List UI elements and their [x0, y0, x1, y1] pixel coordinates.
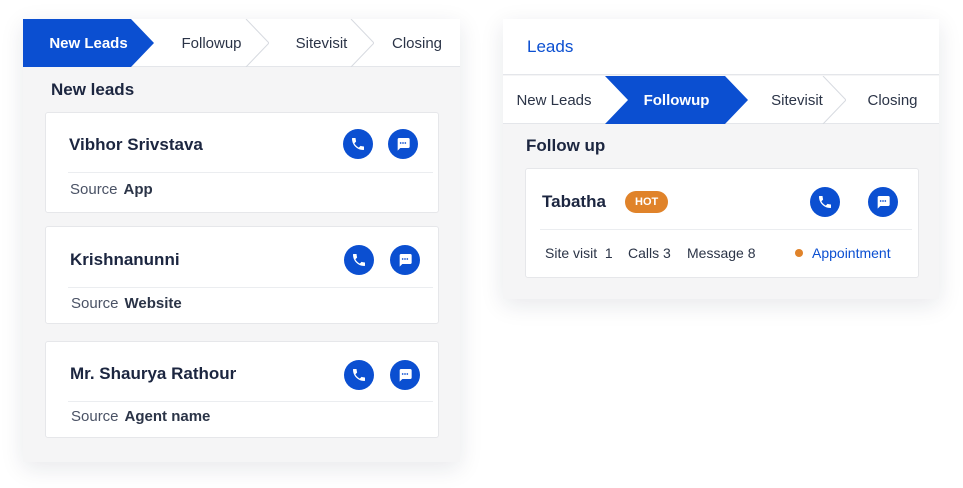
source-label: Source: [70, 181, 118, 198]
message-button[interactable]: [390, 360, 420, 390]
lead-name: Vibhor Srivstava: [69, 135, 203, 154]
step-followup[interactable]: Followup: [154, 19, 269, 67]
message-button[interactable]: [390, 245, 420, 275]
chat-icon: [399, 369, 412, 382]
step-closing[interactable]: Closing: [846, 76, 939, 124]
lead-card[interactable]: Tabatha HOT Site visit 1 Calls 3 Message…: [525, 168, 919, 278]
message-button[interactable]: [868, 187, 898, 217]
step-label: New Leads: [516, 91, 592, 109]
source-value: App: [123, 181, 153, 198]
step-followup[interactable]: Followup: [605, 76, 748, 124]
panel-header: Leads: [503, 19, 939, 75]
call-button[interactable]: [344, 360, 374, 390]
lead-card[interactable]: Krishnanunni Source Website: [45, 226, 439, 324]
source-value: Website: [124, 295, 182, 312]
section-title: New leads: [51, 80, 135, 99]
pipeline-stepper: New Leads Followup Sitevisit Closing: [503, 76, 939, 124]
step-label: Sitevisit: [771, 91, 823, 109]
call-button[interactable]: [810, 187, 840, 217]
site-visit-count: Site visit 1: [545, 245, 613, 261]
call-button[interactable]: [343, 129, 373, 159]
phone-icon: [353, 369, 365, 381]
step-new-leads[interactable]: New Leads: [23, 19, 154, 67]
card-divider: [540, 229, 912, 230]
phone-icon: [353, 254, 365, 266]
step-label: Closing: [867, 91, 918, 109]
call-button[interactable]: [344, 245, 374, 275]
step-label: Followup: [643, 91, 710, 109]
chat-icon: [877, 196, 890, 209]
source-value: Agent name: [124, 408, 211, 425]
lead-card[interactable]: Vibhor Srivstava Source App: [45, 112, 439, 213]
appointment-label: Appointment: [812, 245, 891, 261]
message-count: Message 8: [687, 245, 756, 261]
step-label: Sitevisit: [295, 34, 348, 52]
source-label: Source: [71, 408, 119, 425]
new-leads-panel: New Leads Followup Sitevisit Closing New…: [23, 19, 460, 462]
lead-card[interactable]: Mr. Shaurya Rathour Source Agent name: [45, 341, 439, 438]
lead-source: Source App: [70, 181, 153, 198]
lead-name: Mr. Shaurya Rathour: [70, 364, 237, 383]
lead-source: Source Agent name: [71, 408, 210, 425]
lead-source: Source Website: [71, 295, 182, 312]
step-sitevisit[interactable]: Sitevisit: [748, 76, 846, 124]
card-divider: [68, 401, 433, 402]
card-divider: [68, 287, 433, 288]
phone-icon: [819, 196, 831, 208]
step-closing[interactable]: Closing: [374, 19, 460, 67]
phone-icon: [352, 138, 364, 150]
lead-name: Krishnanunni: [70, 250, 180, 269]
chat-icon: [399, 254, 412, 267]
appointment-link[interactable]: Appointment: [795, 245, 891, 261]
chat-icon: [397, 138, 410, 151]
card-divider: [68, 172, 433, 173]
step-label: New Leads: [49, 34, 128, 52]
step-sitevisit[interactable]: Sitevisit: [269, 19, 374, 67]
message-button[interactable]: [388, 129, 418, 159]
appointment-status-dot: [795, 249, 803, 257]
calls-count: Calls 3: [628, 245, 671, 261]
status-badge: HOT: [625, 191, 669, 213]
step-new-leads[interactable]: New Leads: [503, 76, 605, 124]
leads-title[interactable]: Leads: [527, 37, 573, 57]
pipeline-stepper: New Leads Followup Sitevisit Closing: [23, 19, 460, 67]
section-title: Follow up: [526, 136, 606, 155]
step-label: Closing: [391, 34, 443, 52]
source-label: Source: [71, 295, 119, 312]
followup-panel: Leads New Leads Followup Sitevisit Closi…: [503, 19, 939, 299]
step-label: Followup: [181, 34, 242, 52]
lead-name: Tabatha: [542, 192, 606, 211]
